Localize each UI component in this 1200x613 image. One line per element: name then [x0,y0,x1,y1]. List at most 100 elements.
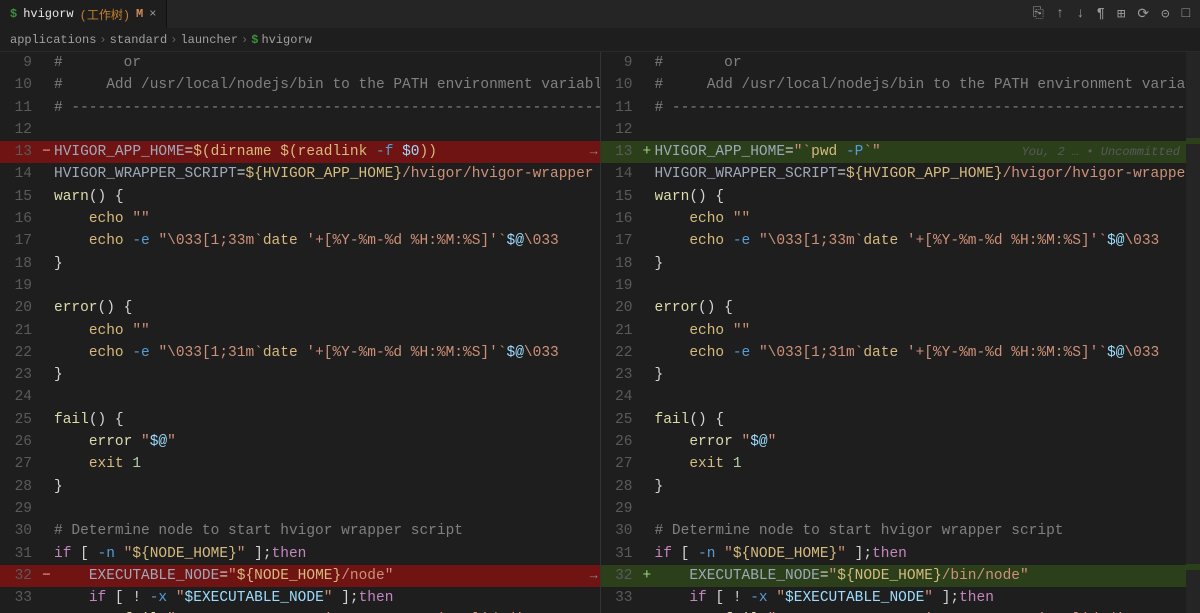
code-line[interactable]: 21 echo "" [0,320,600,342]
code-line[interactable]: 20error() { [601,297,1200,319]
toolbar-icon-3[interactable]: ¶ [1097,6,1105,22]
diff-sign [643,230,655,252]
line-number: 16 [0,208,42,230]
code-line[interactable]: 32− EXECUTABLE_NODE="${NODE_HOME}/node"→ [0,565,600,587]
code-line[interactable]: 15warn() { [0,186,600,208]
line-number: 21 [0,320,42,342]
code-line[interactable]: 16 echo "" [0,208,600,230]
line-number: 20 [601,297,643,319]
code-area-left[interactable]: 9# or10# Add /usr/local/nodejs/bin to th… [0,52,600,613]
crumb[interactable]: standard [110,33,168,47]
diff-sign [643,275,655,297]
code-text: echo "" [54,320,600,342]
code-line[interactable]: 25fail() { [0,409,600,431]
code-line[interactable]: 10# Add /usr/local/nodejs/bin to the PAT… [601,74,1200,96]
code-line[interactable]: 32+ EXECUTABLE_NODE="${NODE_HOME}/bin/no… [601,565,1200,587]
toolbar-icon-5[interactable]: ⟳ [1137,6,1149,23]
code-line[interactable]: 15warn() { [601,186,1200,208]
code-line[interactable]: 28} [601,476,1200,498]
code-line[interactable]: 23} [601,364,1200,386]
code-line[interactable]: 11# ------------------------------------… [601,97,1200,119]
code-line[interactable]: 28} [0,476,600,498]
diff-sign [42,609,54,613]
crumb[interactable]: applications [10,33,96,47]
code-line[interactable]: 27 exit 1 [601,453,1200,475]
toolbar-icon-7[interactable]: □ [1182,6,1190,22]
toolbar-icon-2[interactable]: ↓ [1076,6,1084,22]
code-line[interactable]: 23} [0,364,600,386]
code-line[interactable]: 22 echo -e "\033[1;31m`date '+[%Y-%m-%d … [0,342,600,364]
line-number: 32 [601,565,643,587]
code-line[interactable]: 12 [0,119,600,141]
toolbar-icon-1[interactable]: ↑ [1056,6,1064,22]
code-line[interactable]: 30# Determine node to start hvigor wrapp… [601,520,1200,542]
code-line[interactable]: 19 [0,275,600,297]
code-line[interactable]: 12 [601,119,1200,141]
code-line[interactable]: 17 echo -e "\033[1;33m`date '+[%Y-%m-%d … [0,230,600,252]
diff-sign [42,342,54,364]
code-area-right[interactable]: 9# or10# Add /usr/local/nodejs/bin to th… [601,52,1200,613]
code-line[interactable]: 30# Determine node to start hvigor wrapp… [0,520,600,542]
code-line[interactable]: 19 [601,275,1200,297]
code-line[interactable]: 31if [ -n "${NODE_HOME}" ];then [0,543,600,565]
tab-bar: $ hvigorw (工作树) M × ⎘ ↑ ↓ ¶ ⊞ ⟳ ⊝ □ [0,0,1200,28]
diff-sign [643,520,655,542]
line-number: 23 [0,364,42,386]
code-line[interactable]: 17 echo -e "\033[1;33m`date '+[%Y-%m-%d … [601,230,1200,252]
crumb[interactable]: launcher [180,33,238,47]
code-line[interactable]: 9# or [601,52,1200,74]
diff-pane-original[interactable]: 9# or10# Add /usr/local/nodejs/bin to th… [0,52,601,613]
diff-sign [42,409,54,431]
tab-suffix: (工作树) [80,6,130,23]
code-text: error() { [54,297,600,319]
code-line[interactable]: 33 if [ ! -x "$EXECUTABLE_NODE" ];then [601,587,1200,609]
code-line[interactable]: 26 error "$@" [0,431,600,453]
code-line[interactable]: 26 error "$@" [601,431,1200,453]
diff-sign: − [42,565,54,587]
code-line[interactable]: 14HVIGOR_WRAPPER_SCRIPT=${HVIGOR_APP_HOM… [601,163,1200,185]
code-line[interactable]: 31if [ -n "${NODE_HOME}" ];then [601,543,1200,565]
toolbar-icon-4[interactable]: ⊞ [1117,6,1125,23]
code-line[interactable]: 16 echo "" [601,208,1200,230]
code-line[interactable]: 33 if [ ! -x "$EXECUTABLE_NODE" ];then [0,587,600,609]
crumb-file[interactable]: hvigorw [261,33,311,47]
breadcrumb[interactable]: applications › standard › launcher › $ h… [0,28,1200,52]
code-line[interactable]: 18} [601,253,1200,275]
line-number: 19 [601,275,643,297]
code-text [54,275,600,297]
code-line[interactable]: 22 echo -e "\033[1;31m`date '+[%Y-%m-%d … [601,342,1200,364]
code-line[interactable]: 18} [0,253,600,275]
code-line[interactable]: 9# or [0,52,600,74]
diff-sign [42,453,54,475]
line-number: 26 [601,431,643,453]
close-icon[interactable]: × [149,7,156,21]
code-line[interactable]: 34 fail "ERROR: NODE_HOME is set to an i… [0,609,600,613]
code-line[interactable]: 20error() { [0,297,600,319]
file-tab[interactable]: $ hvigorw (工作树) M × [0,0,167,28]
code-line[interactable]: 21 echo "" [601,320,1200,342]
code-line[interactable]: 34 fail "ERROR: NODE_HOME is set to an i… [601,609,1200,613]
code-line[interactable]: 24 [601,386,1200,408]
line-number: 30 [0,520,42,542]
code-line[interactable]: 24 [0,386,600,408]
code-line[interactable]: 29 [601,498,1200,520]
code-text: error "$@" [54,431,600,453]
line-number: 14 [601,163,643,185]
code-line[interactable]: 13−HVIGOR_APP_HOME=$(dirname $(readlink … [0,141,600,163]
diff-sign [643,498,655,520]
diff-arrow-icon[interactable]: → [590,141,598,163]
diff-pane-modified[interactable]: 9# or10# Add /usr/local/nodejs/bin to th… [601,52,1200,613]
line-number: 33 [0,587,42,609]
toolbar-icon-6[interactable]: ⊝ [1161,6,1169,23]
code-line[interactable]: 11# ------------------------------------… [0,97,600,119]
code-line[interactable]: 13+HVIGOR_APP_HOME="`pwd -P`"You, 2 … • … [601,141,1200,163]
code-line[interactable]: 29 [0,498,600,520]
scrollbar-minimap[interactable] [1186,52,1200,613]
code-line[interactable]: 27 exit 1 [0,453,600,475]
code-line[interactable]: 10# Add /usr/local/nodejs/bin to the PAT… [0,74,600,96]
diff-sign [42,297,54,319]
diff-arrow-icon[interactable]: → [590,565,598,587]
code-line[interactable]: 25fail() { [601,409,1200,431]
toolbar-icon-0[interactable]: ⎘ [1033,6,1044,22]
code-line[interactable]: 14HVIGOR_WRAPPER_SCRIPT=${HVIGOR_APP_HOM… [0,163,600,185]
